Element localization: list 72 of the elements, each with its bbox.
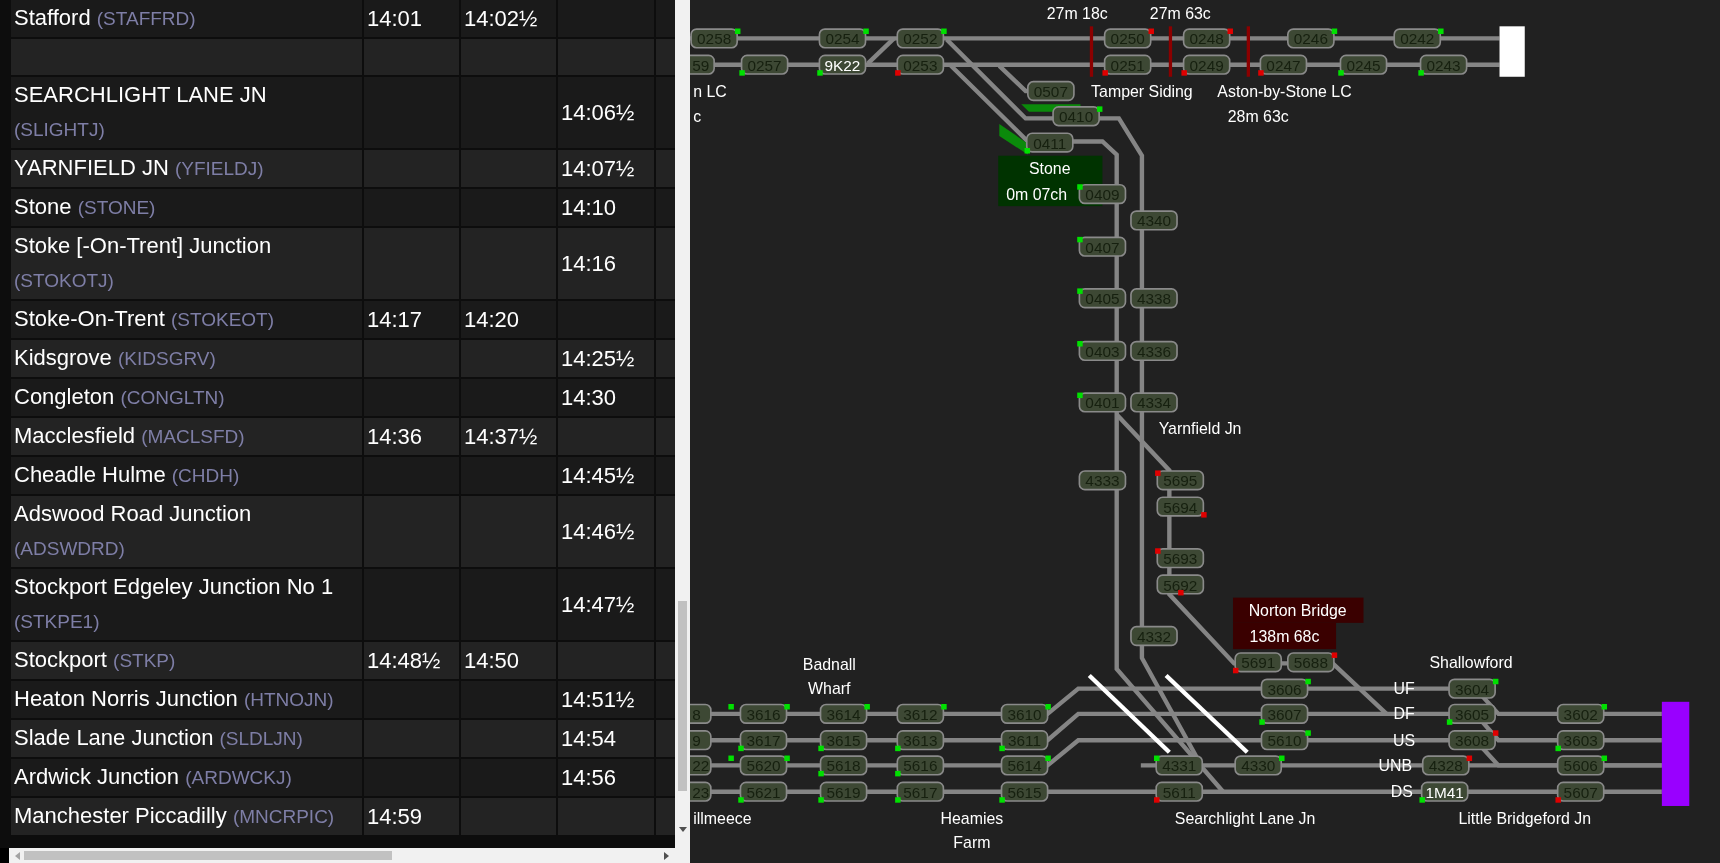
- location-label: Wharf: [808, 680, 851, 698]
- station-code: (ADSWDRD): [14, 538, 125, 559]
- location-label: 27m 18c: [1046, 4, 1108, 22]
- buffer-stop: [1499, 26, 1525, 77]
- station-code: (STONE): [77, 197, 156, 218]
- mileage-label: 0m 07ch: [1006, 185, 1068, 203]
- station-name: Stoke-On-Trent: [14, 306, 165, 331]
- location-label: Aston-by-Stone LC: [1217, 82, 1352, 100]
- scrollbar-thumb[interactable]: [24, 851, 392, 860]
- location-label: n LC: [693, 82, 727, 100]
- arrow-icon[interactable]: [664, 851, 669, 860]
- station-code: (CONGLTN): [120, 387, 225, 408]
- station-code: (STOKEOT): [170, 309, 275, 330]
- location-label: Shallowford: [1429, 653, 1513, 671]
- location-label: US: [1393, 731, 1416, 749]
- station-code: (STOKOTJ): [14, 270, 114, 291]
- mileage-label: 138m 68c: [1249, 627, 1320, 645]
- location-label: Yarnfield Jn: [1158, 420, 1242, 438]
- station-code: (MNCRPIC): [232, 806, 335, 827]
- scrollbar[interactable]: [675, 0, 690, 848]
- station-name: Ardwick Junction: [14, 764, 180, 789]
- station-code: (SLDLJN): [219, 728, 303, 749]
- station-code: (KIDSGRV): [117, 348, 216, 369]
- location-label: Tamper Siding: [1091, 82, 1193, 100]
- scrollbar[interactable]: [9, 848, 675, 863]
- station-name: Stockport Edgeley Junction No 1: [14, 574, 334, 599]
- station-name: Cheadle Hulme: [14, 462, 166, 487]
- location-label: Searchlight Lane Jn: [1174, 809, 1316, 827]
- station-name: Stone: [14, 194, 72, 219]
- berth-tag: 9K22: [818, 54, 867, 75]
- level-crossing-marker: [1089, 26, 1094, 77]
- location-label: Badnall: [802, 656, 856, 673]
- station-name: Congleton: [14, 384, 115, 409]
- station-code: (SLIGHTJ): [14, 119, 105, 140]
- station-label: Norton Bridge: [1248, 602, 1347, 620]
- scrollbar-thumb[interactable]: [678, 601, 687, 791]
- location-label: 28m 63c: [1227, 107, 1289, 125]
- arrival-time: 14:59: [363, 797, 460, 836]
- location-label: Heamies: [940, 809, 1004, 827]
- station-name: Stockport: [14, 647, 107, 672]
- berth-tag: 1M41: [1420, 781, 1469, 802]
- location-label: UF: [1393, 680, 1415, 698]
- location-label: 27m 63c: [1149, 4, 1211, 22]
- station-name: Macclesfield: [14, 423, 136, 448]
- station-code: (STKP): [113, 650, 176, 671]
- station-code: (HTNOJN): [243, 689, 334, 710]
- station-name: Slade Lane Junction: [14, 725, 214, 750]
- station-code: (YFIELDJ): [174, 158, 264, 179]
- station-name: YARNFIELD JN: [14, 155, 169, 180]
- station-name: Heaton Norris Junction: [14, 686, 238, 711]
- location-label: c: [693, 107, 702, 125]
- station-name: Adswood Road Junction: [14, 501, 252, 526]
- location-label: Little Bridgeford Jn: [1458, 809, 1591, 827]
- station-code: (MACLSFD): [141, 426, 245, 447]
- level-crossing-marker: [1246, 26, 1250, 77]
- level-crossing-marker: [1168, 26, 1173, 77]
- location-label: DF: [1393, 705, 1415, 723]
- station-code: (CHDH): [171, 465, 240, 486]
- station-code: (STKPE1): [14, 611, 100, 632]
- station-name: SEARCHLIGHT LANE JN: [14, 82, 267, 107]
- station-name: Kidsgrove: [14, 345, 112, 370]
- station-name: Stafford: [14, 5, 91, 30]
- location-label: Farm: [953, 833, 991, 851]
- location-label: DS: [1390, 783, 1413, 801]
- station-label: Stone: [1029, 160, 1071, 178]
- route-highlight: [999, 123, 1028, 155]
- location-label: UNB: [1378, 756, 1413, 774]
- station-name: Stoke [-On-Trent] Junction: [14, 233, 272, 258]
- station-code: (ARDWCKJ): [185, 767, 292, 788]
- station-name: Manchester Piccadilly: [14, 803, 227, 828]
- location-label: illmeece: [693, 809, 752, 827]
- station-code: (STAFFRD): [96, 8, 196, 29]
